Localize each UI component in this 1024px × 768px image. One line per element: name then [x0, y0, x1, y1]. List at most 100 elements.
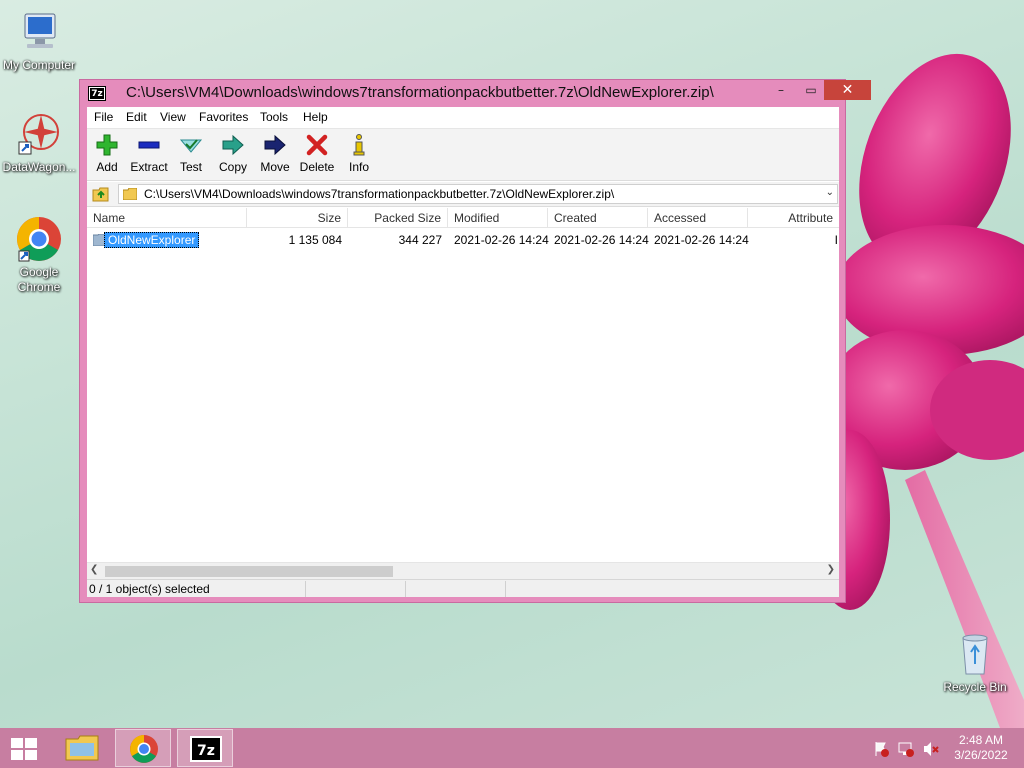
copy-label: Copy [218, 160, 247, 174]
7zip-window: 7z C:\Users\VM4\Downloads\windows7transf… [79, 79, 871, 603]
menu-file[interactable]: File [94, 110, 113, 124]
created-cell: 2021-02-26 14:24 [554, 233, 649, 247]
start-button[interactable] [8, 736, 40, 762]
file-list[interactable]: Name Size Packed Size Modified Created A… [87, 208, 839, 562]
window-title: C:\Users\VM4\Downloads\windows7transform… [126, 84, 714, 101]
column-header-created[interactable]: Created [548, 208, 648, 228]
clock-time: 2:48 AM [958, 733, 1004, 747]
info-label: Info [348, 160, 369, 174]
size-cell: 1 135 084 [288, 233, 342, 247]
desktop-icon-recycle-bin[interactable]: Recycle Bin [936, 630, 1014, 695]
menu-help[interactable]: Help [303, 110, 328, 124]
status-divider [305, 581, 306, 597]
desktop-icon-label: My Computer [2, 58, 76, 72]
name-cell: OldNewExplorer [104, 231, 200, 250]
taskbar-7zip[interactable]: 7z [177, 729, 233, 767]
extract-icon [137, 133, 161, 157]
scroll-right-icon[interactable]: ❯ [827, 564, 835, 575]
list-header: Name Size Packed Size Modified Created A… [87, 208, 839, 228]
window-client-area: File Edit View Favorites Tools Help Add … [87, 107, 839, 597]
desktop-icon-label: DataWagon... [2, 160, 76, 174]
packed-size-cell: 344 227 [398, 233, 442, 247]
modified-cell: 2021-02-26 14:24 [454, 233, 549, 247]
delete-icon [305, 133, 329, 157]
extract-label: Extract [130, 160, 168, 174]
7zip-icon-text: 7z [197, 743, 215, 759]
computer-icon [15, 8, 63, 56]
table-row[interactable]: OldNewExplorer 1 135 084 344 227 2021-02… [87, 231, 839, 250]
accessed-cell: 2021-02-26 14:24 [654, 233, 749, 247]
address-bar: C:\Users\VM4\Downloads\windows7transform… [87, 182, 839, 207]
chrome-icon [130, 735, 158, 763]
status-divider [405, 581, 406, 597]
menu-tools[interactable]: Tools [260, 110, 288, 124]
file-explorer-icon [65, 735, 99, 761]
taskbar-clock[interactable]: 2:48 AM 3/26/2022 [946, 733, 1016, 763]
datawagon-icon [15, 110, 63, 158]
copy-button[interactable]: Copy [211, 131, 255, 174]
menu-bar: File Edit View Favorites Tools Help [87, 107, 839, 129]
chevron-down-icon[interactable]: ⌄ [826, 187, 834, 198]
column-header-size[interactable]: Size [247, 208, 348, 228]
7zip-app-icon[interactable]: 7z [88, 86, 106, 101]
info-icon [347, 133, 371, 157]
desktop-icon-google-chrome[interactable]: Google Chrome [0, 215, 78, 295]
column-header-accessed[interactable]: Accessed [648, 208, 748, 228]
taskbar: 7z 2:48 AM 3/26/2022 [0, 728, 1024, 768]
desktop-icon-datawagon[interactable]: DataWagon... [0, 110, 78, 175]
column-header-modified[interactable]: Modified [448, 208, 548, 228]
windows-logo-icon [11, 738, 37, 760]
test-button[interactable]: Test [169, 131, 213, 174]
scrollbar-thumb[interactable] [105, 566, 393, 577]
system-tray [872, 740, 942, 758]
title-bar[interactable]: 7z C:\Users\VM4\Downloads\windows7transf… [80, 80, 871, 106]
desktop-icon-label: Recycle Bin [943, 680, 1007, 694]
clock-date: 3/26/2022 [954, 748, 1008, 762]
info-button[interactable]: Info [337, 131, 381, 174]
add-button[interactable]: Add [85, 131, 129, 174]
7zip-icon: 7z [190, 736, 222, 762]
delete-button[interactable]: Delete [295, 131, 339, 174]
address-text[interactable]: C:\Users\VM4\Downloads\windows7transform… [144, 187, 614, 201]
desktop-icon-label: Google Chrome [17, 265, 61, 294]
move-label: Move [260, 160, 290, 174]
action-center-flag-icon[interactable] [875, 742, 889, 757]
column-header-packed-size[interactable]: Packed Size [348, 208, 448, 228]
column-header-name[interactable]: Name [87, 208, 247, 228]
chrome-icon [15, 215, 63, 263]
extract-button[interactable]: Extract [127, 131, 171, 174]
status-text: 0 / 1 object(s) selected [89, 582, 210, 596]
minimize-button[interactable]: – [766, 80, 796, 100]
desktop-icon-my-computer[interactable]: My Computer [0, 8, 78, 73]
toolbar: Add Extract Test Copy Move Delete Info [87, 129, 839, 181]
scroll-left-icon[interactable]: ❮ [90, 564, 98, 575]
address-combo[interactable]: C:\Users\VM4\Downloads\windows7transform… [118, 184, 838, 204]
test-label: Test [179, 160, 202, 174]
up-folder-button[interactable] [92, 186, 110, 202]
status-bar: 0 / 1 object(s) selected [87, 579, 839, 597]
add-icon [95, 133, 119, 157]
test-icon [179, 133, 203, 157]
add-label: Add [96, 160, 118, 174]
folder-up-icon [92, 187, 109, 202]
delete-label: Delete [299, 160, 335, 174]
menu-edit[interactable]: Edit [126, 110, 147, 124]
move-button[interactable]: Move [253, 131, 297, 174]
close-button[interactable]: ✕ [824, 80, 871, 100]
copy-icon [221, 133, 245, 157]
menu-view[interactable]: View [160, 110, 186, 124]
horizontal-scrollbar[interactable]: ❮ ❯ [87, 562, 839, 579]
folder-icon [123, 188, 137, 200]
selected-file-name[interactable]: OldNewExplorer [104, 232, 200, 248]
menu-favorites[interactable]: Favorites [199, 110, 248, 124]
attributes-cell: I [834, 233, 838, 247]
maximize-button[interactable]: ▭ [796, 80, 826, 100]
taskbar-chrome[interactable] [115, 729, 171, 767]
recycle-bin-icon [951, 630, 999, 678]
move-icon [263, 133, 287, 157]
volume-muted-icon[interactable] [924, 742, 939, 756]
taskbar-file-explorer[interactable] [54, 729, 110, 767]
column-header-attributes[interactable]: Attribute [748, 208, 839, 228]
status-divider [505, 581, 506, 597]
network-icon[interactable] [898, 742, 914, 757]
